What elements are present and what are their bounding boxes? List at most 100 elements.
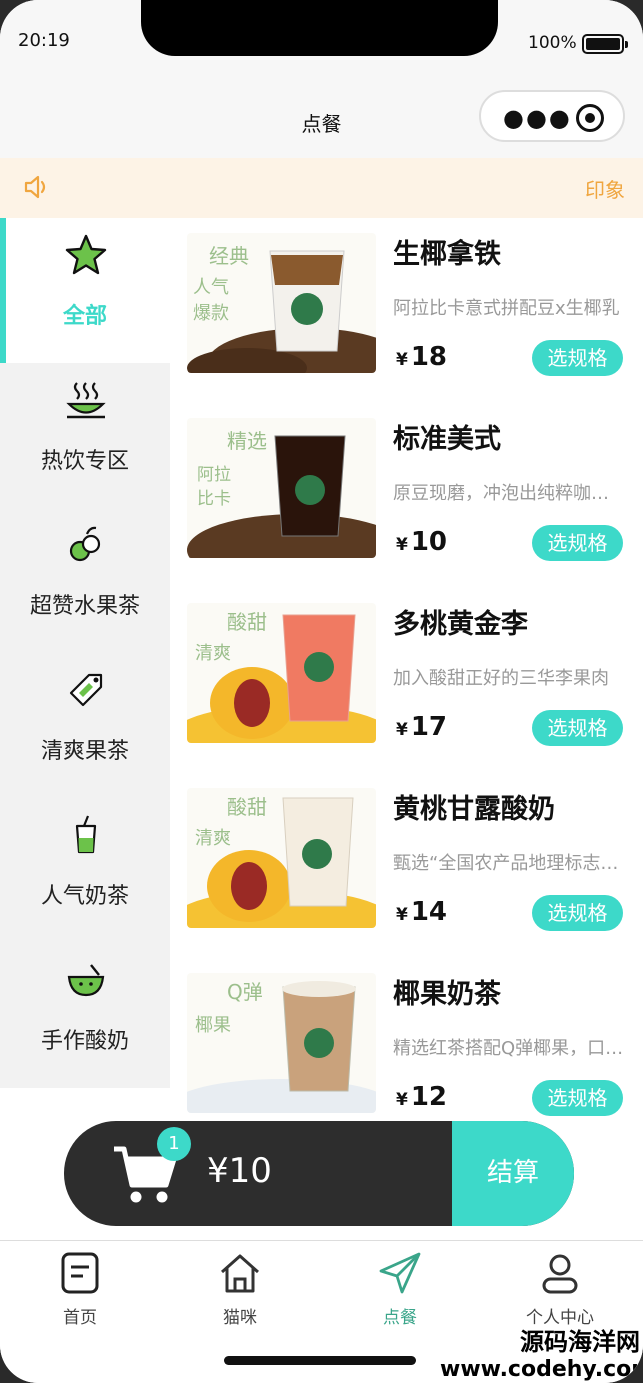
svg-text:人气: 人气 — [193, 277, 229, 298]
select-spec-button[interactable]: 选规格 — [532, 895, 623, 931]
product-desc: 精选红茶搭配Q弹椰果，口感丰富 — [393, 1038, 625, 1059]
more-dots-icon[interactable]: ●●● — [503, 104, 572, 132]
product-name: 生椰拿铁 — [393, 239, 501, 270]
watermark-line1: 源码海洋网 — [520, 1328, 640, 1356]
svg-text:阿拉: 阿拉 — [197, 465, 231, 485]
fruit-icon — [69, 526, 101, 562]
cart-bar[interactable]: ¥10 结算 — [64, 1121, 574, 1226]
notice-text: 印象 — [585, 178, 625, 202]
watermark: 源码海洋网 www.codehy.com — [440, 1322, 643, 1382]
target-icon[interactable] — [576, 104, 604, 132]
svg-text:椰果: 椰果 — [195, 1015, 231, 1036]
phone-screen: 20:19 100% 点餐 ●●● 印象 全部 热饮专区 超赞水果茶 清爽果茶 … — [0, 0, 643, 1383]
checkout-button[interactable]: 结算 — [452, 1121, 574, 1226]
status-time: 20:19 — [18, 30, 70, 51]
product-item[interactable]: 酸甜 清爽 多桃黄金李 加入酸甜正好的三华李果肉 ¥17 选规格 — [170, 588, 643, 773]
svg-text:酸甜: 酸甜 — [227, 795, 267, 819]
sidebar-item-label: 清爽果茶 — [40, 739, 129, 764]
svg-text:爆款: 爆款 — [193, 303, 229, 324]
battery-icon — [582, 34, 628, 54]
tab-profile[interactable]: 个人中心 — [480, 1251, 640, 1331]
milk-tea-icon — [75, 815, 97, 854]
product-item[interactable]: Q弹 椰果 椰果奶茶 精选红茶搭配Q弹椰果，口感丰富 ¥12 选规格 — [170, 958, 643, 1143]
select-spec-button[interactable]: 选规格 — [532, 1080, 623, 1116]
tag-icon — [69, 673, 103, 707]
tab-order[interactable]: 点餐 — [320, 1251, 480, 1331]
sidebar-item-label: 热饮专区 — [40, 449, 129, 474]
tab-cat[interactable]: 猫咪 — [160, 1251, 320, 1331]
product-image: Q弹 椰果 — [187, 973, 376, 1113]
product-image: 酸甜 清爽 — [187, 603, 376, 743]
cart-count-badge: 1 — [157, 1127, 191, 1161]
product-desc: 阿拉比卡意式拼配豆x生椰乳 — [393, 298, 620, 319]
hot-drink-icon — [66, 382, 106, 419]
price-value: 17 — [410, 712, 448, 742]
house-icon — [221, 1254, 259, 1293]
product-price: ¥18 — [396, 342, 447, 372]
svg-text:比卡: 比卡 — [197, 489, 231, 509]
product-item[interactable]: 经典 人气 爆款 生椰拿铁 阿拉比卡意式拼配豆x生椰乳 ¥18 选规格 — [170, 218, 643, 403]
tab-label: 首页 — [63, 1308, 97, 1328]
sidebar-item-hot-drinks[interactable]: 热饮专区 — [0, 363, 170, 508]
product-price: ¥12 — [396, 1082, 447, 1112]
sidebar-item-fresh-fruit-tea[interactable]: 清爽果茶 — [0, 653, 170, 798]
currency-symbol: ¥ — [396, 720, 408, 740]
product-price: ¥10 — [396, 527, 447, 557]
price-value: 12 — [410, 1082, 448, 1112]
notice-bar: 印象 — [0, 158, 643, 218]
product-desc: 甄选“全国农产品地理标志”黄桃 — [393, 853, 625, 874]
product-list: 经典 人气 爆款 生椰拿铁 阿拉比卡意式拼配豆x生椰乳 ¥18 选规格 精选 阿… — [170, 218, 643, 1118]
sidebar-item-fruit-tea[interactable]: 超赞水果茶 — [0, 508, 170, 653]
battery-percent: 100% — [528, 33, 577, 53]
select-spec-button[interactable]: 选规格 — [532, 525, 623, 561]
tab-home[interactable]: 首页 — [0, 1251, 160, 1331]
watermark-line2: www.codehy.com — [440, 1357, 643, 1382]
select-spec-button[interactable]: 选规格 — [532, 710, 623, 746]
sidebar-item-label: 手作酸奶 — [40, 1029, 129, 1054]
product-item[interactable]: 酸甜 清爽 黄桃甘露酸奶 甄选“全国农产品地理标志”黄桃 ¥14 选规格 — [170, 773, 643, 958]
home-indicator — [224, 1356, 416, 1365]
product-name: 标准美式 — [393, 424, 501, 455]
mini-program-capsule: ●●● — [479, 90, 625, 142]
product-image: 酸甜 清爽 — [187, 788, 376, 928]
product-image: 经典 人气 爆款 — [187, 233, 376, 373]
cart-total: ¥10 — [207, 1151, 272, 1191]
sidebar-item-all[interactable]: 全部 — [0, 218, 170, 363]
product-price: ¥17 — [396, 712, 447, 742]
svg-text:酸甜: 酸甜 — [227, 610, 267, 634]
star-icon — [65, 234, 107, 275]
category-sidebar: 全部 热饮专区 超赞水果茶 清爽果茶 人气奶茶 手作酸奶 — [0, 218, 170, 1088]
nav-bar: 点餐 ●●● — [0, 90, 643, 158]
product-price: ¥14 — [396, 897, 447, 927]
yogurt-bowl-icon — [67, 964, 105, 997]
sidebar-item-label: 人气奶茶 — [40, 884, 129, 909]
product-name: 黄桃甘露酸奶 — [393, 794, 555, 825]
tab-label: 猫咪 — [223, 1308, 257, 1328]
price-value: 10 — [410, 527, 448, 557]
speaker-icon — [24, 175, 46, 199]
price-value: 14 — [410, 897, 448, 927]
user-icon — [542, 1254, 578, 1294]
camera-notch — [141, 0, 498, 56]
price-value: 18 — [410, 342, 448, 372]
sidebar-item-label: 全部 — [62, 304, 107, 329]
sidebar-item-yogurt[interactable]: 手作酸奶 — [0, 943, 170, 1088]
sidebar-item-milk-tea[interactable]: 人气奶茶 — [0, 798, 170, 943]
currency-symbol: ¥ — [396, 905, 408, 925]
currency-symbol: ¥ — [396, 535, 408, 555]
product-desc: 加入酸甜正好的三华李果肉 — [393, 668, 609, 689]
svg-text:精选: 精选 — [227, 429, 267, 453]
paper-plane-icon — [379, 1252, 421, 1294]
document-icon — [61, 1252, 99, 1294]
product-name: 椰果奶茶 — [393, 979, 501, 1010]
currency-symbol: ¥ — [396, 350, 408, 370]
product-item[interactable]: 精选 阿拉 比卡 标准美式 原豆现磨，冲泡出纯粹咖啡香 ¥10 选规格 — [170, 403, 643, 588]
product-desc: 原豆现磨，冲泡出纯粹咖啡香 — [393, 483, 625, 504]
svg-text:经典: 经典 — [209, 244, 249, 268]
product-name: 多桃黄金李 — [393, 609, 528, 640]
svg-text:Q弹: Q弹 — [227, 980, 263, 1004]
svg-text:清爽: 清爽 — [195, 643, 231, 664]
select-spec-button[interactable]: 选规格 — [532, 340, 623, 376]
product-image: 精选 阿拉 比卡 — [187, 418, 376, 558]
svg-text:清爽: 清爽 — [195, 828, 231, 849]
